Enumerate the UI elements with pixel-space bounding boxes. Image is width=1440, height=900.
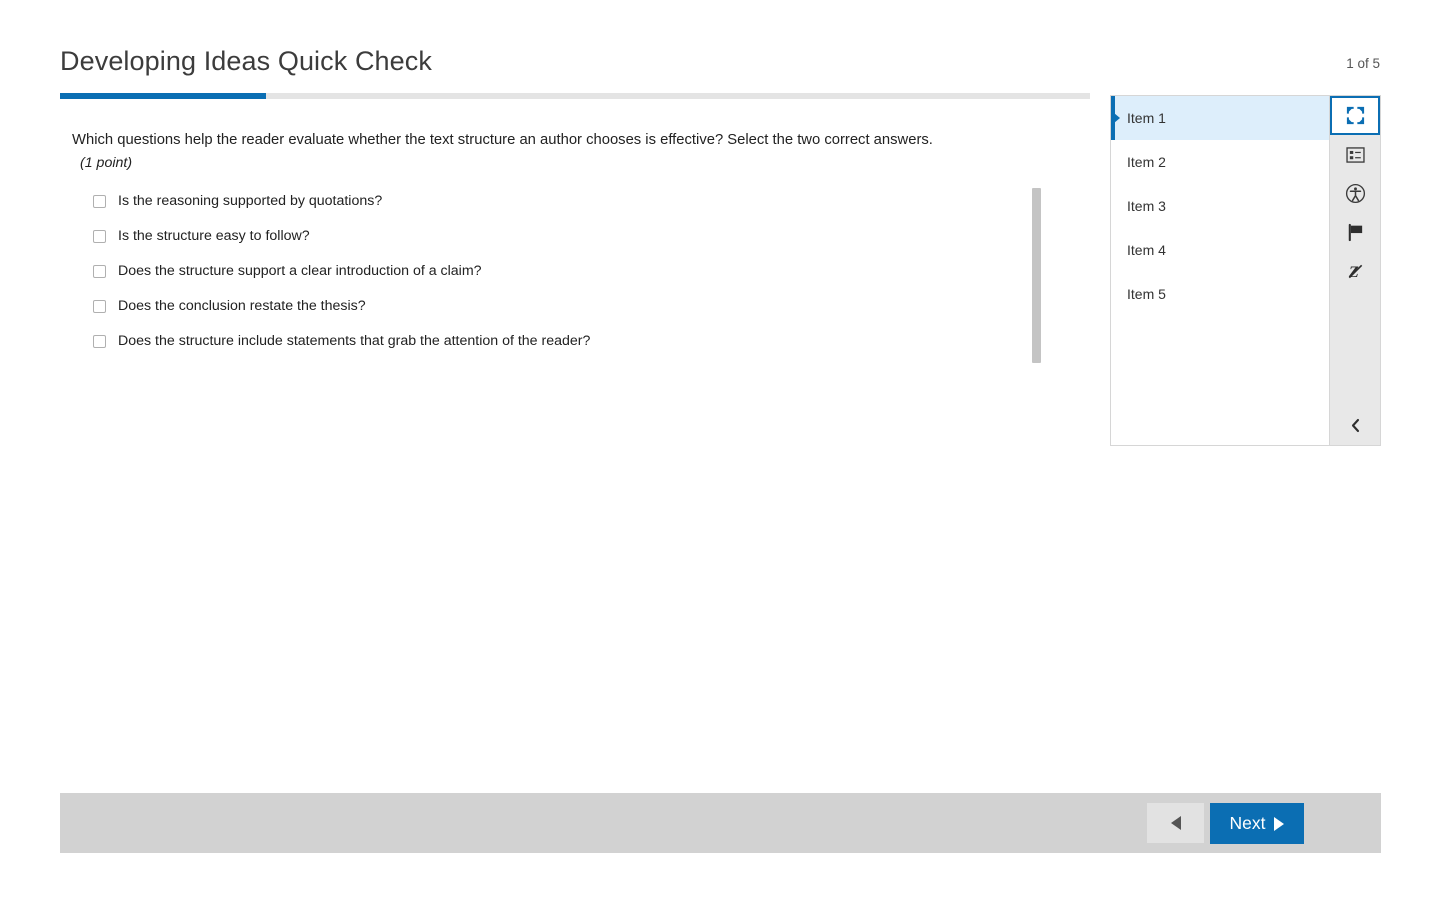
- question-panel: Which questions help the reader evaluate…: [60, 112, 1045, 369]
- item-list-entry[interactable]: Item 5: [1111, 272, 1329, 316]
- question-stem-text: Which questions help the reader evaluate…: [72, 132, 933, 148]
- item-list: Item 1 Item 2 Item 3 Item 4 Item 5: [1111, 96, 1329, 316]
- item-list-entry-label: Item 5: [1127, 286, 1166, 302]
- item-list-entry[interactable]: Item 1: [1111, 96, 1329, 140]
- answer-options-list: Is the reasoning supported by quotations…: [60, 174, 1045, 369]
- progress-bar-track: [60, 93, 1090, 99]
- content-scrollbar-thumb[interactable]: [1032, 188, 1041, 363]
- progress-bar-fill: [60, 93, 266, 99]
- next-button-label: Next: [1229, 813, 1266, 833]
- item-list-entry-label: Item 4: [1127, 242, 1166, 258]
- answer-option-label: Is the reasoning supported by quotations…: [118, 193, 383, 210]
- item-navigator-panel: Item 1 Item 2 Item 3 Item 4 Item 5: [1110, 95, 1330, 446]
- answer-option[interactable]: Does the structure include statements th…: [60, 334, 1045, 369]
- answer-option-checkbox[interactable]: [93, 300, 106, 314]
- next-button[interactable]: Next: [1210, 803, 1304, 844]
- answer-option-checkbox[interactable]: [93, 335, 106, 349]
- collapse-panel-chevron-icon[interactable]: [1330, 405, 1380, 445]
- navigation-footer: Next: [60, 793, 1381, 853]
- tool-icon-rail: Z: [1330, 95, 1381, 446]
- arrow-right-icon: [1274, 816, 1285, 831]
- item-list-entry-label: Item 3: [1127, 198, 1166, 214]
- answer-option-label: Does the structure include statements th…: [118, 333, 591, 350]
- answer-option[interactable]: Does the conclusion restate the thesis?: [60, 299, 1045, 334]
- item-list-entry-label: Item 2: [1127, 154, 1166, 170]
- page-title: Developing Ideas Quick Check: [60, 46, 432, 76]
- item-list-entry-label: Item 1: [1127, 110, 1166, 126]
- answer-option-checkbox[interactable]: [93, 265, 106, 279]
- fullscreen-icon[interactable]: [1330, 96, 1380, 135]
- item-list-entry[interactable]: Item 4: [1111, 228, 1329, 272]
- accessibility-icon[interactable]: [1330, 174, 1380, 213]
- answer-option[interactable]: Is the structure easy to follow?: [60, 229, 1045, 264]
- item-list-entry[interactable]: Item 2: [1111, 140, 1329, 184]
- question-stem: Which questions help the reader evaluate…: [60, 112, 1045, 174]
- question-point-value: (1 point): [80, 155, 133, 172]
- arrow-left-icon: [1170, 816, 1181, 830]
- answer-option-label: Does the conclusion restate the thesis?: [118, 298, 366, 315]
- line-reader-off-icon[interactable]: Z: [1330, 252, 1380, 291]
- answer-option-checkbox[interactable]: [93, 195, 106, 209]
- item-list-entry[interactable]: Item 3: [1111, 184, 1329, 228]
- answer-option-checkbox[interactable]: [93, 230, 106, 244]
- flag-icon[interactable]: [1330, 213, 1380, 252]
- answer-option[interactable]: Is the reasoning supported by quotations…: [60, 194, 1045, 229]
- answer-option-label: Does the structure support a clear intro…: [118, 263, 482, 280]
- answer-option-label: Is the structure easy to follow?: [118, 228, 310, 245]
- current-item-arrow-icon: [1114, 113, 1120, 123]
- item-summary-icon[interactable]: [1330, 135, 1380, 174]
- quiz-page: Developing Ideas Quick Check 1 of 5 Whic…: [0, 0, 1440, 900]
- answer-option[interactable]: Does the structure support a clear intro…: [60, 264, 1045, 299]
- previous-button[interactable]: [1147, 803, 1204, 843]
- item-counter: 1 of 5: [1346, 56, 1380, 71]
